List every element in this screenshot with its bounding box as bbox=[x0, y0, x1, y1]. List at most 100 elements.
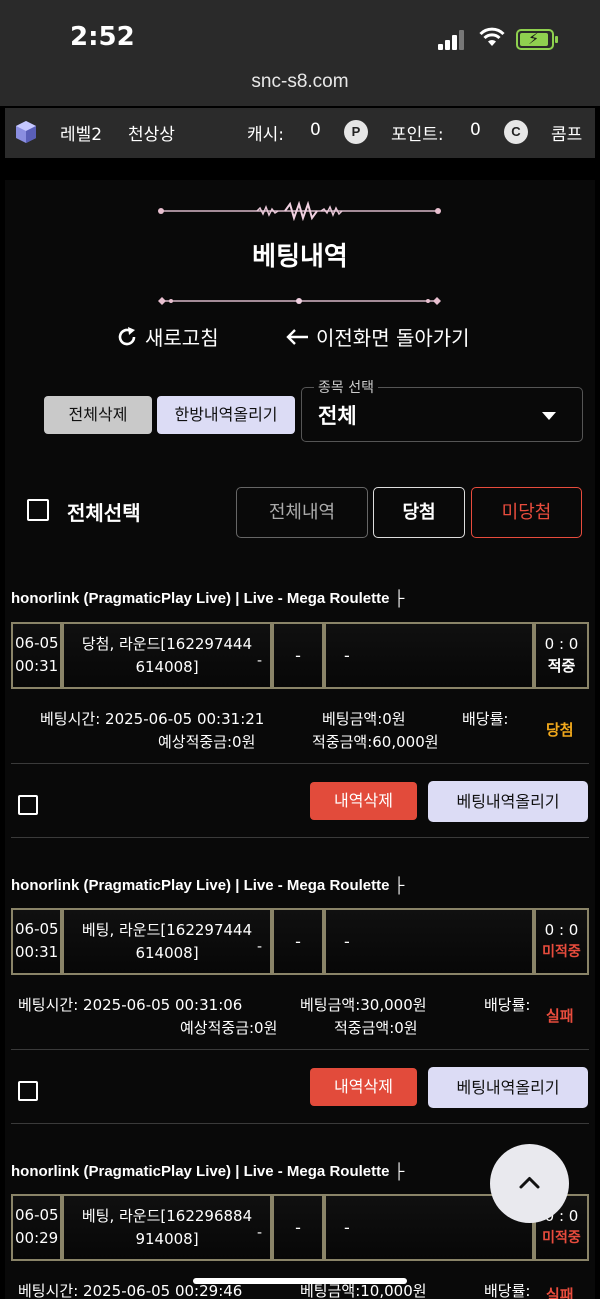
comp-label[interactable]: 콤프 bbox=[551, 120, 582, 145]
bet-time: 00:29 bbox=[15, 1229, 59, 1247]
status-badge: 미적중 bbox=[542, 1230, 581, 1246]
status-badge: 미적중 bbox=[542, 944, 581, 960]
chevron-up-icon bbox=[519, 1177, 540, 1189]
bet-datetime: 06-05 00:31 bbox=[11, 622, 62, 689]
bet-date: 06-05 bbox=[15, 920, 59, 938]
divider bbox=[11, 1123, 589, 1124]
refresh-link[interactable]: 새로고침 bbox=[115, 322, 219, 351]
delete-history-button[interactable]: 내역삭제 bbox=[310, 782, 417, 820]
result-badge: 당첨 bbox=[546, 721, 574, 739]
select-all-checkbox[interactable] bbox=[27, 499, 49, 521]
refresh-icon bbox=[118, 326, 136, 345]
upload-all-history-button[interactable]: 한방내역올리기 bbox=[157, 396, 295, 434]
divider bbox=[11, 1049, 589, 1050]
user-level: 레벨2 bbox=[60, 125, 103, 145]
bet-date: 06-05 bbox=[15, 1206, 59, 1224]
game-title: honorlink (PragmaticPlay Live) | Live - … bbox=[11, 877, 405, 894]
bet-description: 베팅, 라운드[162297444 614008] - bbox=[62, 908, 272, 975]
upload-history-button[interactable]: 베팅내역올리기 bbox=[428, 781, 588, 822]
bet-col4: - bbox=[324, 908, 534, 975]
point-value: 0 bbox=[470, 120, 481, 140]
score-value: 0 : 0 bbox=[544, 921, 579, 939]
username: 천상상 bbox=[128, 125, 175, 145]
status-badge: 적중 bbox=[547, 657, 576, 675]
refresh-label: 새로고침 bbox=[145, 326, 219, 350]
expected-win-info: 예상적중금:0원 bbox=[180, 1019, 278, 1037]
filter-all-button[interactable]: 전체내역 bbox=[236, 487, 368, 538]
bet-checkbox[interactable] bbox=[18, 795, 38, 815]
desc-line2: 614008] bbox=[135, 944, 199, 962]
address-bar[interactable]: snc-s8.com bbox=[0, 66, 600, 106]
win-amount-info: 적중금액:0원 bbox=[334, 1019, 418, 1037]
bet-time-info: 베팅시간: 2025-06-05 00:31:06 bbox=[18, 996, 243, 1014]
desc-line1: 당첨, 라운드[162297444 bbox=[81, 635, 253, 653]
desc-line1: 베팅, 라운드[162296884 bbox=[81, 1207, 253, 1225]
odds-label: 배당률: bbox=[484, 1282, 531, 1299]
bet-col3: - bbox=[272, 908, 324, 975]
signal-icon bbox=[438, 30, 466, 50]
expected-win-info: 예상적중금:0원 bbox=[158, 733, 256, 751]
clock: 2:52 bbox=[70, 22, 135, 52]
desc-dash: - bbox=[256, 653, 262, 669]
odds-label: 배당률: bbox=[484, 996, 531, 1014]
desc-dash: - bbox=[256, 939, 262, 955]
upload-history-button[interactable]: 베팅내역올리기 bbox=[428, 1067, 588, 1108]
score-value: 0 : 0 bbox=[544, 635, 579, 653]
bet-datetime: 06-05 00:31 bbox=[11, 908, 62, 975]
cash-coin-icon: P bbox=[344, 120, 368, 144]
win-amount-info: 적중금액:60,000원 bbox=[312, 733, 439, 751]
point-coin-icon: C bbox=[504, 120, 528, 144]
cash-value: 0 bbox=[310, 120, 321, 140]
wifi-icon bbox=[479, 27, 505, 46]
desc-dash: - bbox=[256, 1225, 262, 1241]
back-label: 이전화면 돌아가기 bbox=[316, 326, 470, 350]
battery-icon: ⚡ bbox=[516, 29, 558, 50]
sport-select-value: 전체 bbox=[318, 404, 357, 428]
bet-row: 06-05 00:31 당첨, 라운드[162297444 614008] - - -… bbox=[11, 622, 589, 689]
divider bbox=[11, 763, 589, 764]
filter-win-button[interactable]: 당첨 bbox=[373, 487, 465, 538]
result-badge: 실패 bbox=[546, 1007, 574, 1025]
divider bbox=[11, 837, 589, 838]
bet-checkbox[interactable] bbox=[18, 1081, 38, 1101]
delete-all-button[interactable]: 전체삭제 bbox=[44, 396, 152, 434]
bet-col3: - bbox=[272, 1194, 324, 1261]
odds-label: 배당률: bbox=[462, 710, 509, 728]
bet-col4: - bbox=[324, 622, 534, 689]
select-all-label: 전체선택 bbox=[67, 501, 141, 525]
bet-description: 당첨, 라운드[162297444 614008] - bbox=[62, 622, 272, 689]
status-bar: 2:52 ⚡ bbox=[0, 0, 600, 66]
bet-amount-info: 베팅금액:30,000원 bbox=[300, 996, 427, 1014]
bet-score: 0 : 0 적중 bbox=[534, 622, 589, 689]
bet-time-info: 베팅시간: 2025-06-05 00:31:21 bbox=[40, 710, 265, 728]
bet-score: 0 : 0 미적중 bbox=[534, 908, 589, 975]
page-title: 베팅내역 bbox=[252, 242, 348, 272]
filter-lose-button[interactable]: 미당첨 bbox=[471, 487, 582, 538]
user-info-bar: 레벨2 천상상 캐시: 0 P 포인트: 0 C 콤프 bbox=[5, 108, 595, 158]
url-text: snc-s8.com bbox=[251, 71, 349, 92]
bet-description: 베팅, 라운드[162296884 914008] - bbox=[62, 1194, 272, 1261]
bet-amount-info: 베팅금액:0원 bbox=[322, 710, 406, 728]
delete-history-button[interactable]: 내역삭제 bbox=[310, 1068, 417, 1106]
desc-line1: 베팅, 라운드[162297444 bbox=[81, 921, 253, 939]
top-ornament bbox=[158, 201, 441, 221]
scroll-top-button[interactable] bbox=[490, 1144, 569, 1223]
level-gem-icon bbox=[16, 121, 36, 143]
game-title: honorlink (PragmaticPlay Live) | Live - … bbox=[11, 1163, 405, 1180]
sport-select[interactable]: 종목 선택 전체 bbox=[301, 377, 583, 442]
bet-date: 06-05 bbox=[15, 634, 59, 652]
cash-label: 캐시: bbox=[247, 125, 285, 145]
point-label: 포인트: bbox=[391, 125, 444, 145]
back-link[interactable]: 이전화면 돌아가기 bbox=[284, 322, 470, 351]
bet-datetime: 06-05 00:29 bbox=[11, 1194, 62, 1261]
arrow-left-icon bbox=[286, 328, 308, 345]
desc-line2: 614008] bbox=[135, 658, 199, 676]
home-indicator bbox=[193, 1278, 407, 1284]
bottom-ornament bbox=[158, 297, 441, 305]
result-badge: 실패 bbox=[546, 1286, 574, 1299]
bet-row: 06-05 00:31 베팅, 라운드[162297444 614008] - - -… bbox=[11, 908, 589, 975]
bet-time: 00:31 bbox=[15, 657, 59, 675]
bet-col3: - bbox=[272, 622, 324, 689]
bet-time: 00:31 bbox=[15, 943, 59, 961]
dropdown-arrow-icon bbox=[542, 412, 556, 420]
